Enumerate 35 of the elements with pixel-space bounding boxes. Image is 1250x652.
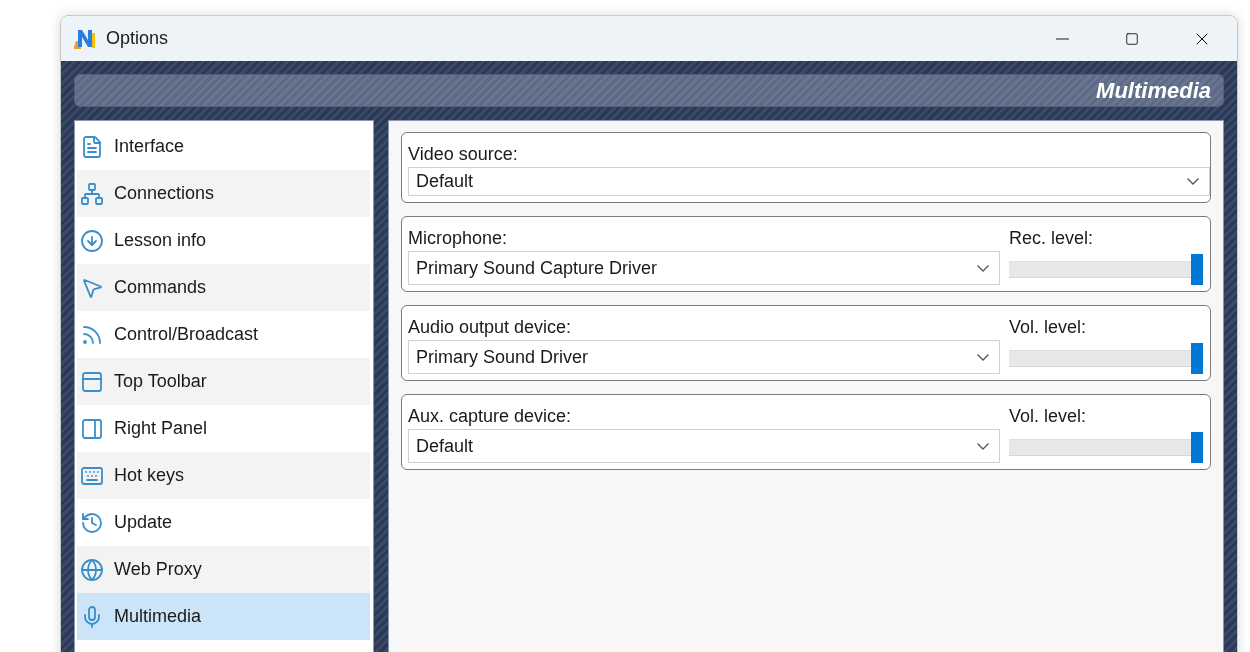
toolbar-icon (80, 369, 104, 394)
page-heading: Multimedia (1096, 77, 1211, 105)
slider-label: Vol. level: (1009, 316, 1088, 339)
field-label: Video source: (408, 143, 519, 166)
clock-icon (80, 510, 104, 535)
network-icon (80, 181, 104, 206)
window-title: Options (106, 27, 169, 50)
chevron-down-icon (977, 353, 989, 361)
minimize-icon (1055, 37, 1069, 40)
panel-icon (80, 416, 104, 441)
chevron-down-icon (977, 264, 989, 272)
field-label: Audio output device: (408, 316, 573, 339)
sidebar-item[interactable]: Multimedia (77, 593, 370, 640)
dropdown[interactable]: Default (408, 167, 1210, 196)
sidebar-item[interactable]: Hot keys (77, 452, 370, 499)
slider-thumb[interactable] (1191, 343, 1203, 374)
globe-icon (80, 557, 104, 582)
sidebar-item[interactable]: Connections (77, 170, 370, 217)
sidebar-item[interactable]: Top Toolbar (77, 358, 370, 405)
chevron-down-icon (1187, 178, 1199, 185)
chevron-down-icon (977, 442, 989, 450)
slider-label: Vol. level: (1009, 405, 1088, 428)
download-icon (80, 228, 104, 253)
sidebar-item[interactable]: Web Proxy (77, 546, 370, 593)
sidebar-item[interactable]: Commands (77, 264, 370, 311)
dropdown[interactable]: Primary Sound Driver (408, 340, 1000, 374)
slider-thumb[interactable] (1191, 254, 1203, 285)
dropdown[interactable]: Default (408, 429, 1000, 463)
field-label: Aux. capture device: (408, 405, 573, 428)
dropdown[interactable]: Primary Sound Capture Driver (408, 251, 1000, 285)
maximize-icon (1125, 31, 1139, 46)
slider-thumb[interactable] (1191, 432, 1203, 463)
slider-label: Rec. level: (1009, 227, 1095, 250)
field-label: Microphone: (408, 227, 509, 250)
document-icon (80, 134, 104, 159)
